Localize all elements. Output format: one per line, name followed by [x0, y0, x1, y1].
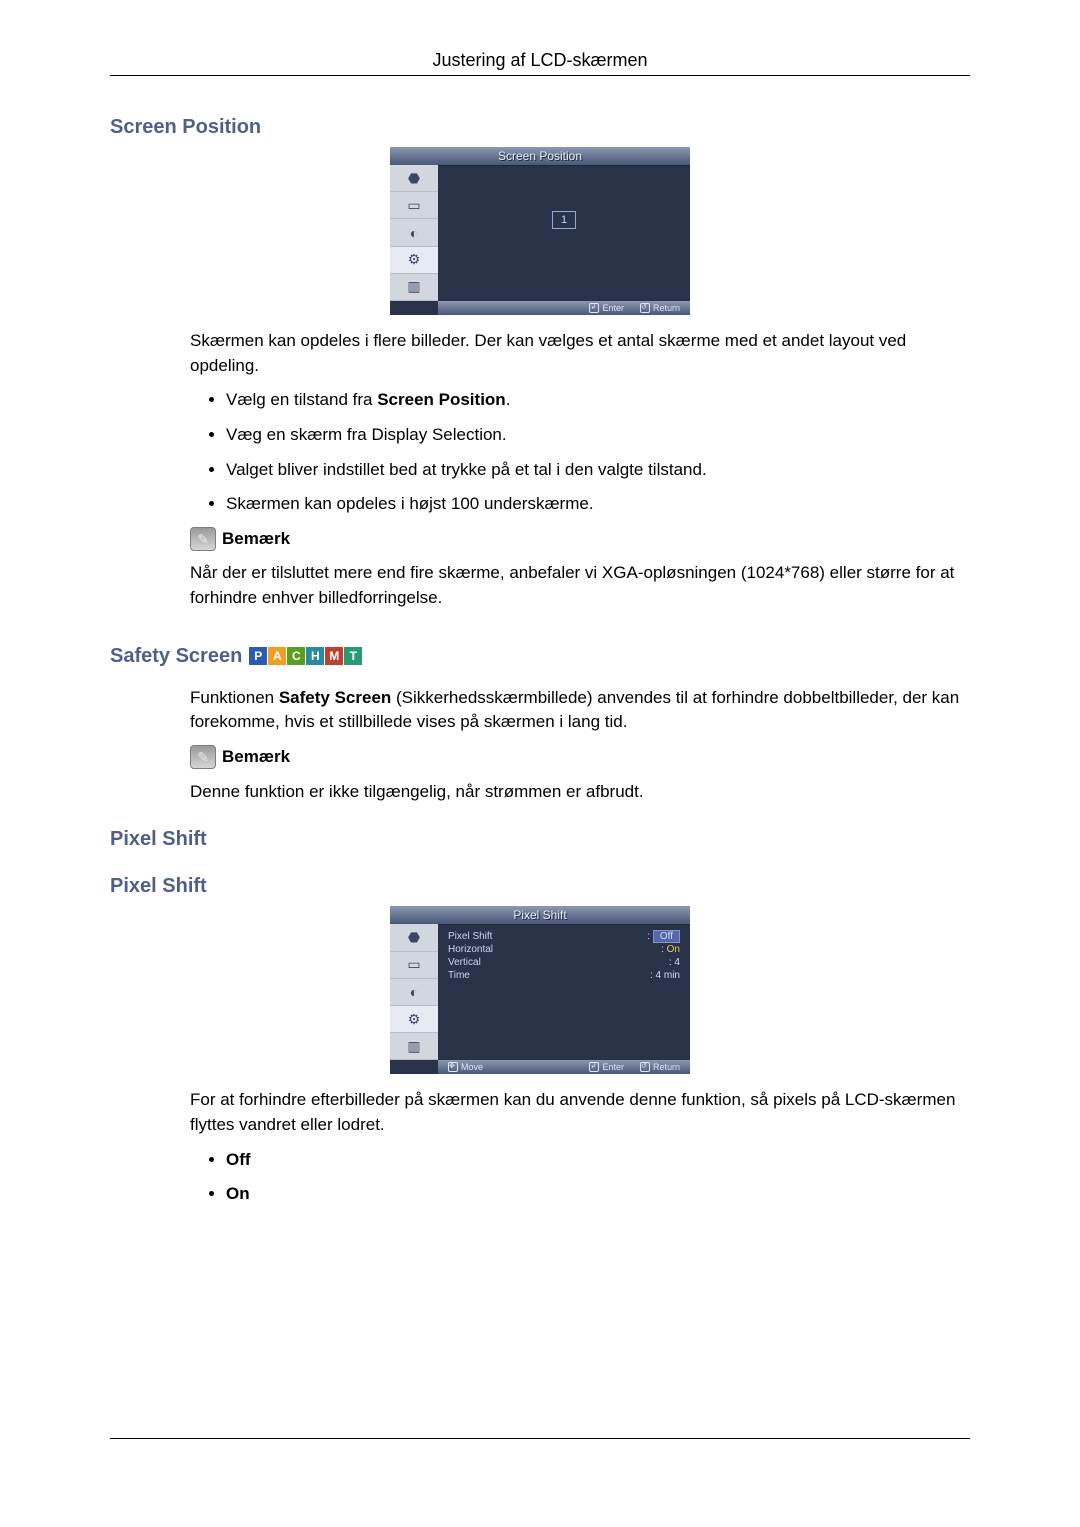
badge-group: P A C H M T — [248, 647, 362, 665]
osd-row-value: : 4 — [669, 957, 680, 968]
heading-pixel-shift-2: Pixel Shift — [110, 875, 970, 898]
safety-screen-body: Funktionen Safety Screen (Sikkerhedsskær… — [110, 686, 970, 805]
badge-c: C — [287, 647, 305, 665]
osd-row-label: Vertical — [448, 957, 481, 968]
osd-value: 1 — [552, 211, 576, 229]
opt-on: On — [226, 1182, 960, 1207]
setup-icon: ⚙ — [390, 1006, 438, 1033]
setup-icon: ⚙ — [390, 247, 438, 274]
picture-icon: ▭ — [390, 952, 438, 979]
bullet-2: Væg en skærm fra Display Selection. — [226, 423, 960, 448]
input-icon: ⬣ — [390, 165, 438, 192]
note-row: ✎ Bemærk — [190, 527, 960, 552]
osd-title: Pixel Shift — [390, 906, 690, 925]
safety-text: Funktionen Safety Screen (Sikkerhedsskær… — [190, 686, 960, 735]
note-row-2: ✎ Bemærk — [190, 745, 960, 770]
sound-icon: ◐ — [390, 219, 438, 246]
return-icon: ↺ — [640, 303, 650, 313]
badge-t: T — [344, 647, 362, 665]
bullet-4: Skærmen kan opdeles i højst 100 underskæ… — [226, 492, 960, 517]
badge-a: A — [268, 647, 286, 665]
osd-content: 1 — [438, 165, 690, 301]
osd-row-value: : 4 min — [650, 970, 680, 981]
heading-screen-position: Screen Position — [110, 116, 970, 139]
opt-off: Off — [226, 1148, 960, 1173]
pixel-text: For at forhindre efterbilleder på skærme… — [190, 1088, 960, 1137]
note-icon: ✎ — [190, 745, 216, 769]
osd-row-label: Pixel Shift — [448, 931, 492, 942]
badge-h: H — [306, 647, 324, 665]
note-icon: ✎ — [190, 527, 216, 551]
osd-row-pixel-shift: Pixel Shift : Off — [448, 930, 680, 943]
osd-row-time: Time : 4 min — [448, 969, 680, 982]
heading-safety-screen-text: Safety Screen — [110, 645, 242, 668]
osd-enter-hint: ↲Enter — [589, 303, 624, 313]
osd-return-hint: ↺Return — [640, 1062, 680, 1072]
option-list: Off On — [190, 1148, 960, 1207]
multi-icon: ▥ — [390, 274, 438, 301]
osd-enter-hint: ↲Enter — [589, 1062, 624, 1072]
multi-icon: ▥ — [390, 1033, 438, 1060]
screen-position-body: Skærmen kan opdeles i flere billeder. De… — [110, 329, 970, 611]
enter-icon: ↲ — [589, 1062, 599, 1072]
osd-row-horizontal: Horizontal : On — [448, 943, 680, 956]
osd-sidebar: ⬣ ▭ ◐ ⚙ ▥ — [390, 165, 438, 301]
heading-pixel-shift-1: Pixel Shift — [110, 828, 970, 851]
enter-icon: ↲ — [589, 303, 599, 313]
badge-m: M — [325, 647, 343, 665]
note-text: Når der er tilsluttet mere end fire skær… — [190, 561, 960, 610]
bullet-3: Valget bliver indstillet bed at trykke p… — [226, 458, 960, 483]
osd-sidebar: ⬣ ▭ ◐ ⚙ ▥ — [390, 924, 438, 1060]
osd-row-value: On — [667, 944, 680, 955]
sound-icon: ◐ — [390, 979, 438, 1006]
footer-rule — [110, 1438, 970, 1439]
osd-title: Screen Position — [390, 147, 690, 166]
page-header: Justering af LCD-skærmen — [110, 50, 970, 71]
osd-row-value: Off — [653, 930, 680, 943]
osd-screen-position: Screen Position ⬣ ▭ ◐ ⚙ ▥ 1 ↲Enter ↺Retu… — [390, 147, 690, 315]
osd-row-label: Time — [448, 970, 470, 981]
osd-footer: ↲Enter ↺Return — [438, 301, 690, 315]
input-icon: ⬣ — [390, 924, 438, 951]
osd-row-label: Horizontal — [448, 944, 493, 955]
osd-pixel-shift: Pixel Shift ⬣ ▭ ◐ ⚙ ▥ Pixel Shift : Off … — [390, 906, 690, 1074]
osd-return-hint: ↺Return — [640, 303, 680, 313]
badge-p: P — [249, 647, 267, 665]
note-text-2: Denne funktion er ikke tilgængelig, når … — [190, 780, 960, 805]
pixel-shift-body: For at forhindre efterbilleder på skærme… — [110, 1088, 970, 1207]
intro-text: Skærmen kan opdeles i flere billeder. De… — [190, 329, 960, 378]
osd-move-hint: ✥Move — [448, 1062, 483, 1072]
osd-content: Pixel Shift : Off Horizontal : On Vertic… — [438, 924, 690, 1060]
picture-icon: ▭ — [390, 192, 438, 219]
bullet-list: Vælg en tilstand fra Screen Position. Væ… — [190, 388, 960, 517]
note-label: Bemærk — [222, 745, 290, 770]
note-label: Bemærk — [222, 527, 290, 552]
header-rule — [110, 75, 970, 76]
page: Justering af LCD-skærmen Screen Position… — [0, 0, 1080, 1527]
osd-footer: ✥Move ↲Enter ↺Return — [438, 1060, 690, 1074]
osd-row-vertical: Vertical : 4 — [448, 956, 680, 969]
heading-safety-screen: Safety Screen P A C H M T — [110, 645, 362, 668]
return-icon: ↺ — [640, 1062, 650, 1072]
bullet-1: Vælg en tilstand fra Screen Position. — [226, 388, 960, 413]
move-icon: ✥ — [448, 1062, 458, 1072]
